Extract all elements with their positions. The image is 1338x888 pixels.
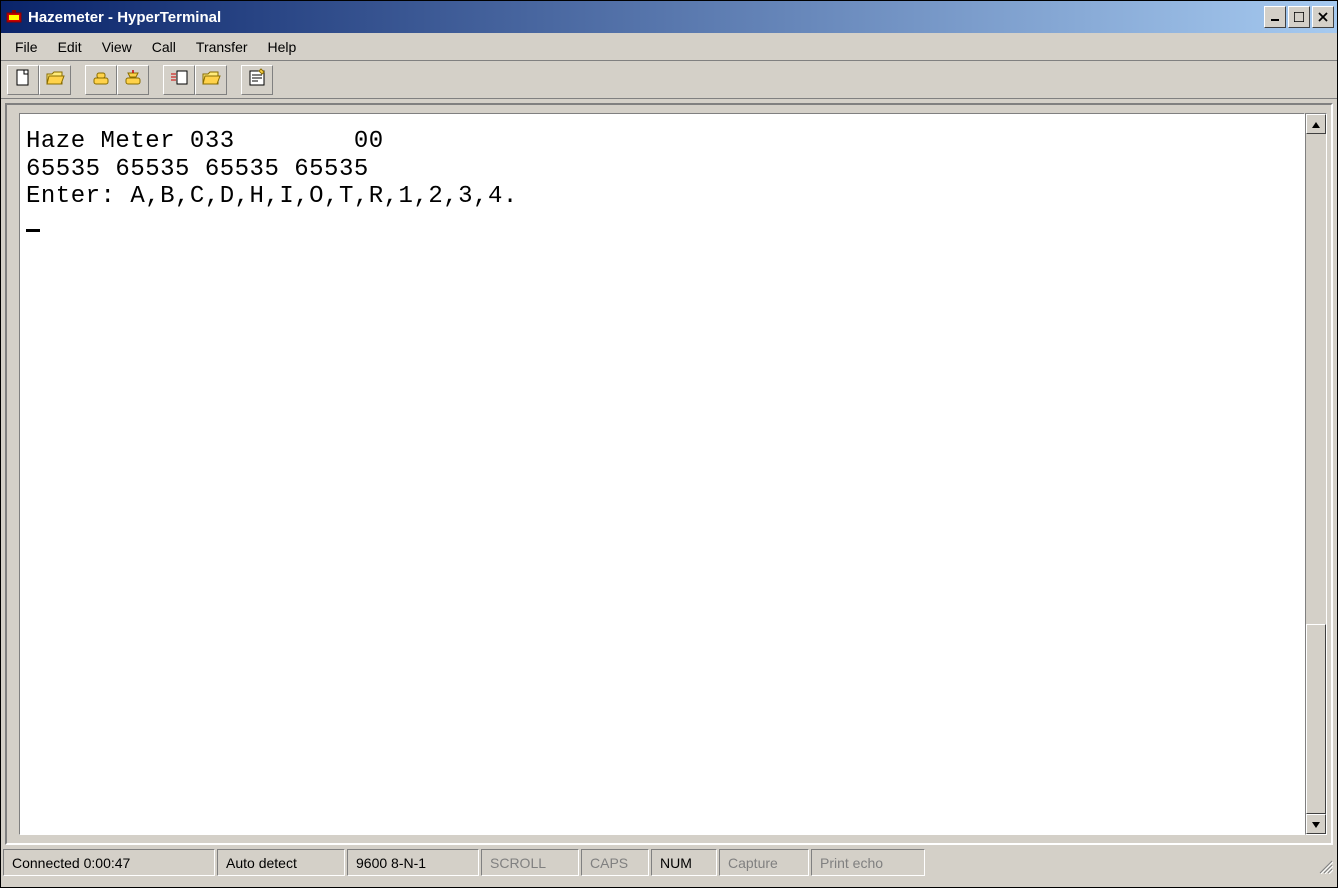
terminal-line-2: 65535 65535 65535 65535 (26, 156, 369, 183)
status-bar: Connected 0:00:47 Auto detect 9600 8-N-1… (1, 849, 1337, 878)
status-caps: CAPS (581, 849, 649, 876)
window-controls (1262, 6, 1334, 28)
close-button[interactable] (1312, 6, 1334, 28)
send-icon (169, 68, 189, 91)
open-button[interactable] (39, 65, 71, 95)
send-button[interactable] (163, 65, 195, 95)
resize-grip[interactable] (1313, 849, 1335, 876)
menu-view[interactable]: View (92, 36, 142, 58)
window-title: Hazemeter - HyperTerminal (28, 9, 1262, 26)
terminal-line-1: Haze Meter 033 00 (26, 128, 384, 155)
hangup-button[interactable] (117, 65, 149, 95)
new-button[interactable] (7, 65, 39, 95)
status-printecho: Print echo (811, 849, 925, 876)
call-button[interactable] (85, 65, 117, 95)
title-bar: Hazemeter - HyperTerminal (1, 1, 1337, 33)
call-icon (91, 68, 111, 91)
menu-call[interactable]: Call (142, 36, 186, 58)
status-num: NUM (651, 849, 717, 876)
terminal-area[interactable]: Haze Meter 033 00 65535 65535 65535 6553… (19, 113, 1305, 835)
hangup-icon (123, 68, 143, 91)
scroll-up-button[interactable] (1306, 114, 1326, 134)
status-autodetect: Auto detect (217, 849, 345, 876)
maximize-button[interactable] (1288, 6, 1310, 28)
terminal-output: Haze Meter 033 00 65535 65535 65535 6553… (26, 128, 1298, 211)
status-connected: Connected 0:00:47 (3, 849, 215, 876)
properties-button[interactable] (241, 65, 273, 95)
menu-transfer[interactable]: Transfer (186, 36, 258, 58)
menu-file[interactable]: File (5, 36, 48, 58)
new-icon (13, 68, 33, 91)
toolbar (1, 61, 1337, 99)
triangle-down-icon (1312, 817, 1320, 832)
open-icon (45, 68, 65, 91)
properties-icon (247, 68, 267, 91)
menu-help[interactable]: Help (258, 36, 307, 58)
receive-button[interactable] (195, 65, 227, 95)
terminal-cursor (26, 229, 40, 232)
scroll-down-button[interactable] (1306, 814, 1326, 834)
menu-edit[interactable]: Edit (48, 36, 92, 58)
status-port: 9600 8-N-1 (347, 849, 479, 876)
receive-icon (201, 68, 221, 91)
menu-bar: File Edit View Call Transfer Help (1, 33, 1337, 61)
minimize-button[interactable] (1264, 6, 1286, 28)
status-scroll: SCROLL (481, 849, 579, 876)
triangle-up-icon (1312, 117, 1320, 132)
content-frame: Haze Meter 033 00 65535 65535 65535 6553… (5, 103, 1333, 845)
app-icon (5, 8, 23, 26)
vertical-scrollbar[interactable] (1305, 113, 1327, 835)
scroll-thumb[interactable] (1306, 624, 1326, 814)
scroll-track[interactable] (1306, 134, 1326, 814)
status-capture: Capture (719, 849, 809, 876)
terminal-line-3: Enter: A,B,C,D,H,I,O,T,R,1,2,3,4. (26, 183, 518, 210)
